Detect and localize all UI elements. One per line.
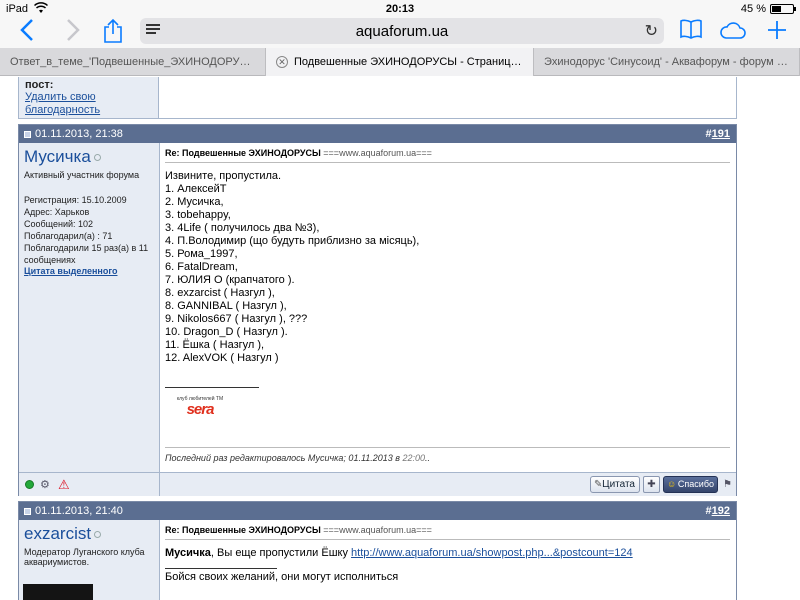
user-title: Активный участник форума (24, 170, 140, 180)
username-link[interactable]: Мусичка (24, 147, 91, 167)
post-body: Re: Подвешенные ЭХИНОДОРУСЫ ===www.aquaf… (165, 520, 730, 583)
new-tab-button[interactable] (762, 18, 792, 48)
post-number: #192 (705, 505, 730, 517)
post-line: 7. ЮЛИЯ О (крапчатого ). (165, 274, 295, 286)
post-link[interactable]: http://www.aquaforum.ua/showpost.php...&… (351, 547, 633, 559)
signature-separator (165, 568, 277, 569)
clock: 20:13 (385, 3, 415, 15)
share-button[interactable] (98, 18, 128, 48)
url-host: aquaforum.ua (355, 23, 449, 40)
post-title: Re: Подвешенные ЭХИНОДОРУСЫ ===www.aquaf… (165, 520, 730, 540)
browser-toolbar: aquaforum.ua ↻ (0, 18, 800, 48)
user-stats: Регистрация: 15.10.2009 Адрес: Харьков С… (24, 194, 154, 266)
tab-reply[interactable]: Ответ_в_теме_'Подвешенные_ЭХИНОДОРУСЫ' -… (0, 48, 266, 76)
offline-status-icon (94, 531, 102, 538)
tab-current[interactable]: ✕ Подвешенные ЭХИНОДОРУСЫ - Страница 13 -… (266, 48, 534, 76)
post-192: 01.11.2013, 21:40 #192 exzarcist Модерат… (18, 501, 737, 600)
stat-registration: Регистрация: 15.10.2009 (24, 195, 127, 205)
remove-thanks-link[interactable]: Удалить свою благодарность (25, 91, 152, 117)
thanks-button[interactable]: Спасибо (663, 476, 718, 493)
post-line: 4. П.Володимир (що будуть приблизно за м… (165, 235, 420, 247)
close-icon[interactable]: ✕ (276, 56, 288, 69)
post-line: 5. Рома_1997, (165, 248, 238, 260)
post-line: 6. FatalDream, (165, 261, 238, 273)
report-icon[interactable]: ⚑ (723, 479, 732, 490)
post-191: 01.11.2013, 21:38 #191 Мусичка Активный … (18, 124, 737, 496)
warning-icon[interactable]: ⚠ (58, 477, 70, 493)
quote-button[interactable]: Цитата (590, 476, 640, 493)
cloud-icon (720, 22, 746, 39)
tab-sinusoid[interactable]: Эхинодорус 'Синусоид' - Аквафорум - фору… (534, 48, 800, 76)
post-line: 8. GANNIBAL ( Назгул ), (165, 300, 287, 312)
sera-club-logo[interactable]: клуб любителей ТМ sera (165, 396, 235, 420)
page-content: пост: Удалить свою благодарность 01.11.2… (0, 77, 800, 600)
post-icon (24, 131, 31, 138)
offline-status-icon (93, 154, 101, 161)
post-line: 1. АлексейТ (165, 183, 227, 195)
post-body: Re: Подвешенные ЭХИНОДОРУСЫ ===www.aquaf… (165, 143, 730, 420)
signature-separator (165, 387, 259, 388)
post-number-link[interactable]: 191 (712, 128, 730, 140)
post-header: 01.11.2013, 21:40 #192 (19, 502, 736, 520)
quote-selected-link[interactable]: Цитата выделенного (24, 266, 117, 276)
battery-icon (770, 4, 796, 14)
icloud-tabs-button[interactable] (718, 18, 748, 48)
post-line: 8. exzarcist ( Назгул ), (165, 287, 275, 299)
reload-icon[interactable]: ↻ (645, 21, 658, 41)
address-bar[interactable]: aquaforum.ua ↻ (140, 18, 664, 44)
online-status-icon (25, 480, 34, 489)
post-line: 10. Dragon_D ( Назгул ). (165, 326, 288, 338)
post-line: 9. Nikolos667 ( Назгул ), ??? (165, 313, 308, 325)
battery-percent: 45 % (740, 3, 766, 15)
bookmarks-button[interactable] (676, 18, 706, 48)
addressee: Мусичка (165, 547, 211, 559)
back-button[interactable] (12, 18, 42, 48)
status-bar: iPad 20:13 45 % (0, 0, 800, 18)
edited-note: Последний раз редактировалось Мусичка; 0… (165, 447, 730, 463)
signature-text: Бойся своих желаний, они могут исполнить… (165, 571, 399, 583)
tab-label: Ответ_в_теме_'Подвешенные_ЭХИНОДОРУСЫ' -… (10, 56, 266, 68)
chevron-left-icon (20, 19, 33, 41)
post-number-link[interactable]: 192 (712, 505, 730, 517)
multiquote-button[interactable]: ✚ (643, 476, 660, 493)
user-title: Модератор Луганского клуба аквариумистов… (24, 547, 145, 567)
share-icon (104, 18, 122, 43)
tab-label: Подвешенные ЭХИНОДОРУСЫ - Страница 13 -.… (294, 56, 534, 68)
book-icon (680, 19, 702, 39)
post-text: Извините, пропустила. 1. АлексейТ 2. Мусич… (165, 163, 730, 365)
reputation-icon[interactable]: ⚙ (40, 478, 54, 491)
post-footer: ⚙ ⚠ Цитата ✚ Спасибо ⚑ (19, 472, 736, 496)
post-date: 01.11.2013, 21:40 (35, 505, 123, 517)
stat-thanks-received: Поблагодарили 15 раз(а) в 11 сообщениях (24, 243, 149, 265)
stat-thanked: Поблагодарил(а) : 71 (24, 231, 113, 241)
plus-icon (768, 21, 786, 39)
post-header: 01.11.2013, 21:38 #191 (19, 125, 736, 143)
user-sidebar: exzarcist Модератор Луганского клуба акв… (19, 520, 160, 600)
post-line: 12. AlexVOK ( Назгул ) (165, 352, 279, 364)
tab-bar: Ответ_в_теме_'Подвешенные_ЭХИНОДОРУСЫ' -… (0, 48, 800, 76)
stat-posts: Сообщений: 102 (24, 219, 94, 229)
avatar (23, 584, 93, 600)
previous-post-tail: пост: Удалить свою благодарность (18, 77, 737, 119)
post-line: Извините, пропустила. (165, 170, 282, 182)
post-number: #191 (705, 128, 730, 140)
post-line: 11. Ёшка ( Назгул ), (165, 339, 265, 351)
previous-post-sidebar: пост: Удалить свою благодарность (19, 77, 159, 118)
post-line: 2. Мусичка, (165, 196, 224, 208)
post-title: Re: Подвешенные ЭХИНОДОРУСЫ ===www.aquaf… (165, 143, 730, 163)
tab-label: Эхинодорус 'Синусоид' - Аквафорум - фору… (544, 56, 800, 68)
post-date: 01.11.2013, 21:38 (35, 128, 123, 140)
post-line: 3. tobehappy, (165, 209, 231, 221)
user-sidebar: Мусичка Активный участник форума Регистр… (19, 143, 160, 472)
post-icon (24, 508, 31, 515)
username-link[interactable]: exzarcist (24, 524, 91, 544)
prev-post-label: пост: (25, 79, 54, 91)
forward-button[interactable] (58, 18, 88, 48)
stat-address: Адрес: Харьков (24, 207, 90, 217)
post-line: 3. 4Life ( получилось два №3), (165, 222, 320, 234)
post-footer-user-icons: ⚙ ⚠ (19, 473, 160, 496)
post-text: Мусичка, Вы еще пропустили Ёшку http://w… (165, 547, 633, 559)
chevron-right-icon (67, 19, 80, 41)
